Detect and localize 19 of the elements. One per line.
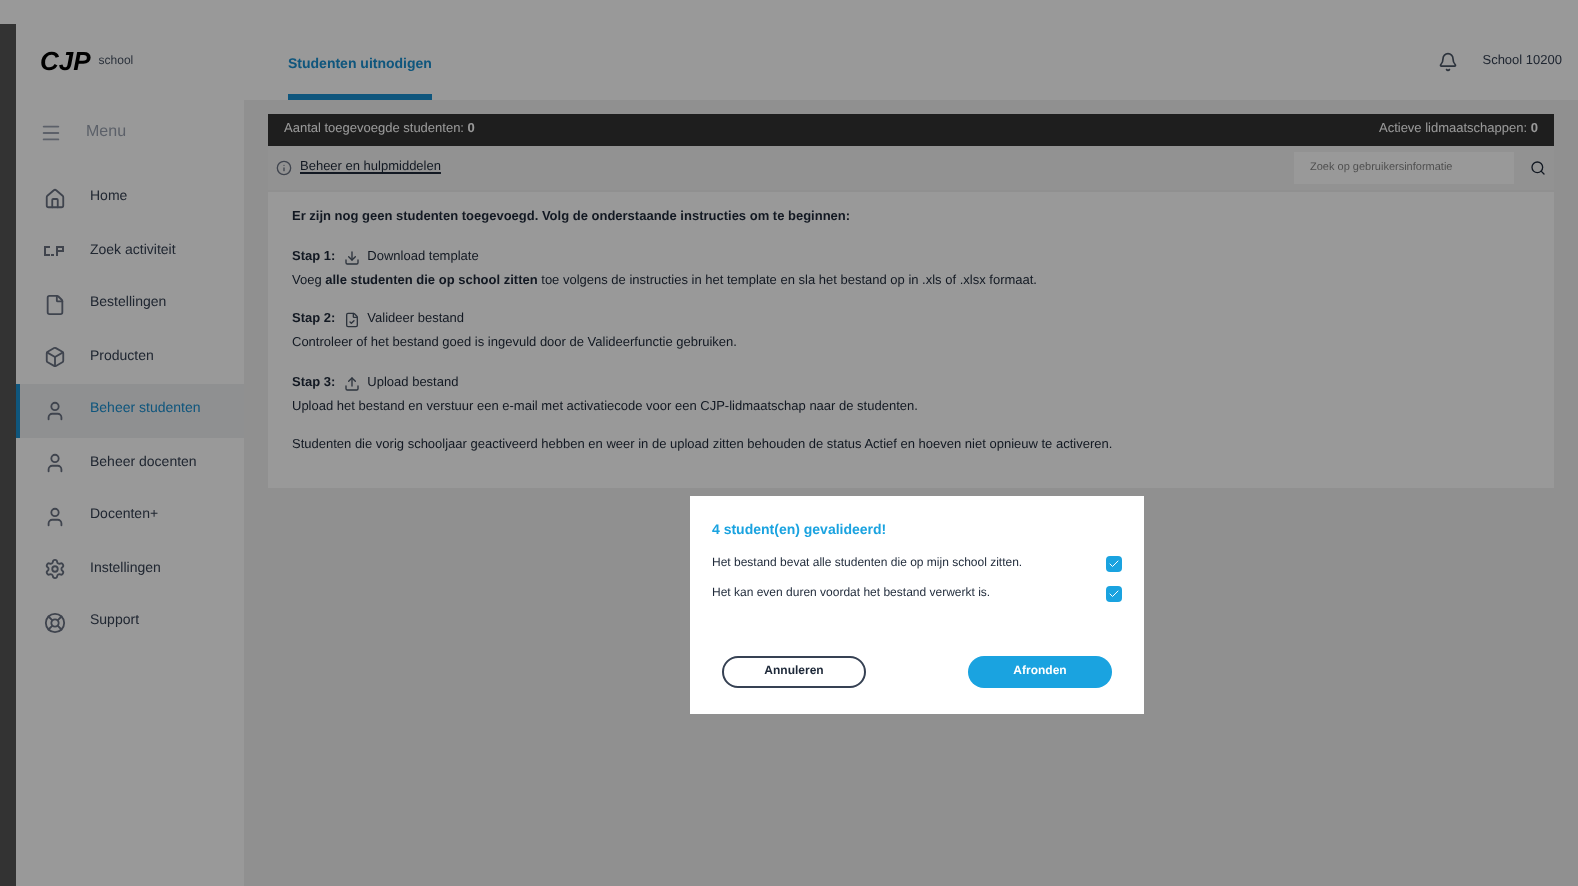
checkbox[interactable] [1106,556,1122,572]
menu-icon [40,121,62,143]
user-icon [44,505,66,528]
user-icon [44,399,66,422]
lifebuoy-icon [44,611,66,634]
document-icon [44,293,66,316]
search-icon[interactable] [1530,160,1546,176]
info-icon [276,160,292,176]
settings-icon [44,558,66,581]
download-icon [343,249,360,266]
file-check-icon [343,312,360,329]
checkbox[interactable] [1106,586,1122,602]
logo-icon [44,246,66,257]
upload-icon [343,375,360,392]
logo: CJP [40,44,91,81]
user-icon [44,452,66,475]
notification-icon[interactable] [1438,52,1459,72]
home-icon [44,187,66,210]
box-icon [44,346,66,369]
